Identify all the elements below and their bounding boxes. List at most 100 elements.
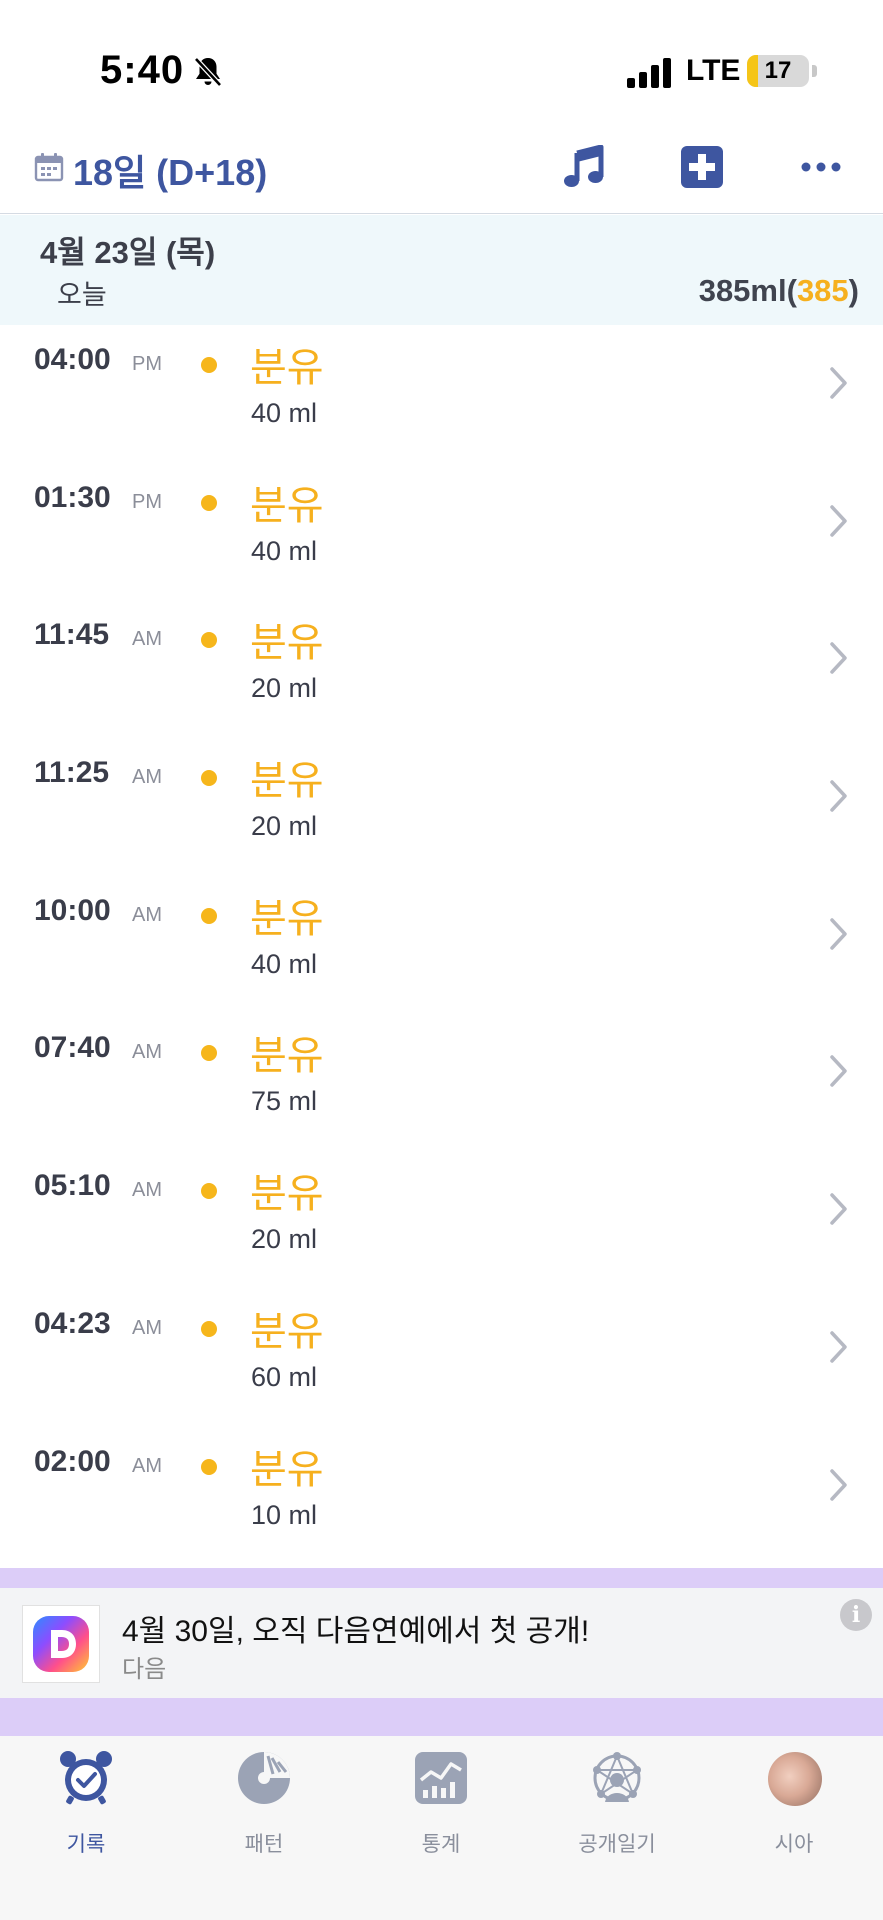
feed-amount: 40 ml [251,535,318,566]
network-type: LTE [686,54,741,87]
ad-border-bottom [0,1698,883,1736]
tab-bar: 기록 패턴 통계 공개일기 시아 [0,1736,883,1920]
feed-time: 07:40 [34,1031,111,1065]
chevron-right-icon [830,1193,847,1225]
chevron-right-icon [830,780,847,812]
feed-amount: 10 ml [251,1499,318,1530]
tab-label: 통계 [421,1833,461,1856]
list-item[interactable]: 11:45 AM 분유 20 ml [0,600,883,738]
tab-profile[interactable]: 시아 [724,1750,864,1860]
calendar-icon[interactable] [34,152,64,182]
tab-public-diary[interactable]: 공개일기 [547,1750,687,1860]
plus-icon [681,146,723,188]
feed-list: 04:00 PM 분유 40 ml 01:30 PM 분유 40 ml 11:4… [0,325,883,1564]
feed-ampm: PM [132,353,162,375]
add-record-button[interactable] [677,142,727,192]
feed-type: 분유 [250,621,324,666]
info-icon[interactable]: i [840,1599,872,1631]
feed-type: 분유 [250,759,324,804]
chevron-right-icon [830,504,847,537]
feed-amount: 20 ml [251,1224,318,1255]
list-item[interactable]: 10:00 AM 분유 40 ml [0,876,883,1014]
feed-type: 분유 [250,1034,324,1079]
music-button[interactable] [559,142,609,192]
feed-amount: 40 ml [251,398,318,428]
feed-dot-icon [201,357,217,373]
feed-time: 04:00 [34,343,111,376]
feed-ampm: AM [132,1041,162,1064]
battery-icon: 17 [747,55,809,87]
daum-d-icon [33,1616,89,1672]
total-amount: 385ml [698,273,787,308]
feed-time: 04:23 [34,1306,111,1340]
feed-amount: 60 ml [251,1361,318,1392]
more-button[interactable] [796,142,846,192]
tab-pattern[interactable]: 패턴 [194,1750,334,1860]
chevron-right-icon [830,642,847,675]
feed-dot-icon [201,1183,217,1200]
feed-ampm: AM [132,1454,162,1477]
chevron-right-icon [830,1055,847,1088]
list-item[interactable]: 07:40 AM 분유 75 ml [0,1013,883,1151]
feed-dot-icon [201,1320,217,1337]
daily-total: 385ml(385) [699,273,859,309]
feed-dot-icon [201,907,217,924]
profile-avatar [768,1752,822,1806]
daum-logo-icon [22,1605,100,1683]
public-diary-icon [593,1752,641,1802]
chevron-right-icon [830,1331,847,1363]
list-item[interactable]: 01:30 PM 분유 40 ml [0,463,883,601]
feed-dot-icon [201,494,217,511]
feed-time: 02:00 [34,1444,111,1478]
list-item[interactable]: 04:00 PM 분유 40 ml [0,325,883,463]
feed-type: 분유 [250,1309,324,1354]
feed-time: 10:00 [34,893,111,927]
date-label: 4월 23일 (목) [40,235,216,270]
list-item[interactable]: 05:10 AM 분유 20 ml [0,1151,883,1289]
feed-ampm: AM [132,903,162,926]
feed-amount: 20 ml [251,673,318,704]
feed-ampm: AM [132,1179,162,1202]
status-time: 5:40 [100,48,185,92]
tab-stats[interactable]: 통계 [371,1750,511,1860]
feed-time: 05:10 [34,1169,111,1203]
status-bar: 5:40 LTE 17 [0,0,883,130]
feed-dot-icon [201,1458,217,1475]
today-label: 오늘 [57,280,107,310]
feed-time: 11:25 [34,756,110,790]
tab-label: 기록 [66,1833,106,1856]
feed-time: 11:45 [34,618,110,652]
feed-type: 분유 [250,1172,324,1217]
list-item[interactable]: 11:25 AM 분유 20 ml [0,738,883,876]
stats-chart-icon [415,1752,467,1804]
feed-ampm: AM [132,1316,162,1339]
tab-records[interactable]: 기록 [16,1750,156,1860]
list-item[interactable]: 04:23 AM 분유 60 ml [0,1289,883,1427]
bell-muted-icon [194,57,222,87]
tab-label: 공개일기 [578,1833,656,1856]
signal-icon [627,58,671,88]
list-item[interactable]: 02:00 AM 분유 10 ml [0,1427,883,1565]
chevron-right-icon [830,367,847,399]
app-header: 18일 (D+18) [0,130,883,214]
ad-source: 다음 [122,1656,167,1683]
feed-type: 분유 [250,483,324,528]
feed-ampm: AM [132,628,162,651]
ad-banner[interactable]: 4월 30일, 오직 다음연예에서 첫 공개! 다음 i [0,1588,883,1698]
feed-time: 01:30 [34,480,111,514]
feed-dot-icon [201,770,217,787]
feed-amount: 40 ml [251,948,318,979]
feed-type: 분유 [250,346,324,390]
feed-ampm: AM [132,766,162,789]
day-summary: 4월 23일 (목) 오늘 385ml(385) [0,215,883,325]
music-icon [564,145,604,187]
ad-border-top [0,1568,883,1588]
day-title[interactable]: 18일 (D+18) [73,144,267,196]
feed-dot-icon [201,632,217,649]
tab-label: 시아 [774,1833,814,1856]
feed-type: 분유 [250,896,324,941]
total-count: 385 [796,273,849,308]
total-open-paren: ( [786,273,797,308]
pattern-chart-icon [238,1752,290,1804]
tab-label: 패턴 [244,1833,284,1856]
